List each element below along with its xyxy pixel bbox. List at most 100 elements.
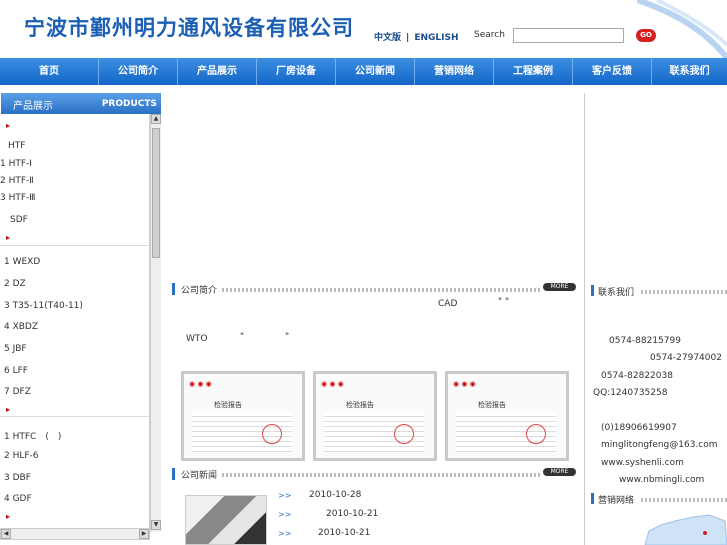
section-dotted-line (222, 473, 542, 477)
news-date[interactable]: 2010-10-21 (318, 528, 370, 538)
contact-mobile: (0)18906619907 (601, 423, 677, 433)
main-nav: 首页 公司简介 产品展示 厂房设备 公司新闻 营销网络 工程案例 客户反馈 联系… (0, 58, 727, 85)
product-sidebar: 产品展示 PRODUCTS ▸ HTF 1 HTF-I 2 HTF-Ⅱ 3 HT… (0, 93, 162, 545)
intro-more-button[interactable]: MORE (543, 283, 576, 291)
category-arrow-icon: ▸ (6, 233, 11, 242)
list-divider (0, 416, 149, 417)
product-item[interactable]: 2 HTF-Ⅱ (0, 176, 149, 186)
nav-products[interactable]: 产品展示 (178, 58, 257, 85)
product-item[interactable]: 1 HTFC ( ) (4, 429, 149, 442)
category-arrow-icon: ▸ (6, 405, 11, 414)
network-section-header: 营销网络 (591, 493, 727, 506)
header-swoosh-decoration (637, 0, 727, 58)
lang-separator: | (406, 33, 410, 43)
section-dotted-line (222, 288, 542, 292)
product-item[interactable]: 7 DFZ (4, 387, 149, 397)
sidebar-title: 产品展示 (13, 101, 53, 112)
product-item[interactable]: 1 HTF-I (0, 159, 149, 169)
product-item[interactable]: 2 DZ (4, 279, 149, 289)
main-content: 公司简介 MORE CAD " " WTO " " ◉ ◉ ◉ 检验报告 ◉ ◉… (172, 93, 580, 545)
scroll-thumb[interactable] (152, 128, 160, 258)
intro-text-quote: " (240, 332, 245, 342)
news-thumbnail[interactable] (185, 495, 267, 545)
sidebar-horizontal-scrollbar[interactable]: ◀ ▶ (0, 528, 150, 540)
certificate-image[interactable]: ◉ ◉ ◉ 检验报告 (445, 371, 569, 461)
nav-news[interactable]: 公司新闻 (336, 58, 415, 85)
news-date[interactable]: 2010-10-21 (326, 509, 378, 519)
section-marker (591, 493, 594, 504)
news-more-button[interactable]: MORE (543, 468, 576, 476)
contact-fax: 0574-82822038 (601, 371, 673, 381)
category-arrow-icon: ▸ (6, 512, 11, 521)
cert-logos: ◉ ◉ ◉ (321, 380, 344, 388)
section-dotted-line (641, 498, 727, 502)
section-marker (172, 283, 175, 295)
product-item[interactable]: 3 T35-11(T40-11) (4, 301, 149, 311)
nav-feedback[interactable]: 客户反馈 (573, 58, 652, 85)
nav-network[interactable]: 营销网络 (415, 58, 494, 85)
cert-title: 检验报告 (214, 401, 242, 409)
product-item[interactable]: HTF (8, 141, 149, 151)
product-item[interactable]: 4 XBDZ (4, 322, 149, 332)
news-section-header: 公司新闻 MORE (172, 467, 580, 481)
contact-phone: 0574-88215799 (609, 336, 681, 346)
cert-title: 检验报告 (346, 401, 374, 409)
category-arrow-icon: ▸ (6, 121, 11, 130)
section-dotted-line (641, 290, 727, 294)
scroll-down-icon[interactable]: ▼ (151, 520, 161, 530)
certificate-image[interactable]: ◉ ◉ ◉ 检验报告 (313, 371, 437, 461)
contact-phone: 0574-27974002 (650, 353, 722, 363)
contact-section-header: 联系我们 (591, 285, 727, 298)
product-item[interactable]: 6 LFF (4, 366, 149, 376)
product-item[interactable]: SDF (10, 215, 149, 225)
scroll-up-icon[interactable]: ▲ (151, 114, 161, 124)
intro-text-cad: CAD (438, 299, 458, 309)
company-logo[interactable]: 宁波市鄞州明力通风设备有限公司 (24, 12, 354, 42)
nav-about[interactable]: 公司简介 (99, 58, 178, 85)
contact-website[interactable]: www.syshenli.com (601, 458, 684, 468)
intro-text-quote: " " (498, 297, 510, 307)
sidebar-title-en: PRODUCTS (101, 99, 157, 109)
product-item[interactable]: 5 JBF (4, 344, 149, 354)
cert-stamp (394, 424, 414, 444)
lang-chinese-link[interactable]: 中文版 (374, 30, 401, 43)
product-item[interactable]: 3 HTF-Ⅲ (0, 193, 149, 203)
cert-stamp (526, 424, 546, 444)
product-list: ▸ HTF 1 HTF-I 2 HTF-Ⅱ 3 HTF-Ⅲ SDF ▸ 1 WE… (0, 114, 150, 532)
search-label: Search (474, 30, 505, 40)
nav-factory[interactable]: 厂房设备 (257, 58, 336, 85)
sidebar-vertical-scrollbar[interactable]: ▲ ▼ (150, 114, 161, 532)
news-bullet-icon: >> (278, 529, 292, 538)
cert-stamp (262, 424, 282, 444)
nav-cases[interactable]: 工程案例 (494, 58, 573, 85)
news-date[interactable]: 2010-10-28 (309, 490, 361, 500)
contact-email[interactable]: minglitongfeng@163.com (601, 440, 718, 450)
cert-logos: ◉ ◉ ◉ (189, 380, 212, 388)
intro-text-quote: " (285, 332, 290, 342)
sidebar-header: 产品展示 PRODUCTS (1, 93, 161, 114)
intro-text-wto: WTO (186, 334, 208, 344)
right-sidebar: 联系我们 0574-88215799 0574-27974002 0574-82… (584, 93, 727, 545)
scroll-left-icon[interactable]: ◀ (1, 529, 11, 539)
scroll-right-icon[interactable]: ▶ (139, 529, 149, 539)
china-map-image[interactable] (635, 513, 727, 545)
cert-logos: ◉ ◉ ◉ (453, 380, 476, 388)
product-item[interactable]: 4 GDF (4, 494, 149, 504)
list-divider (0, 245, 149, 246)
page: 宁波市鄞州明力通风设备有限公司 中文版 | ENGLISH Search GO 首页… (0, 0, 727, 545)
product-item[interactable]: 1 WEXD (4, 257, 149, 267)
news-bullet-icon: >> (278, 491, 292, 500)
search-input[interactable] (513, 28, 624, 43)
lang-english-link[interactable]: ENGLISH (414, 33, 458, 43)
certificate-image[interactable]: ◉ ◉ ◉ 检验报告 (181, 371, 305, 461)
cert-title: 检验报告 (478, 401, 506, 409)
section-marker (172, 468, 175, 480)
contact-website[interactable]: www.nbmingli.com (619, 475, 704, 485)
contact-qq: QQ:1240735258 (593, 388, 668, 398)
product-item[interactable]: 3 DBF (4, 473, 149, 483)
nav-contact[interactable]: 联系我们 (652, 58, 727, 85)
news-section-title: 公司新闻 (181, 471, 218, 481)
product-item[interactable]: 2 HLF-6 (4, 451, 149, 461)
intro-section-header: 公司简介 MORE (172, 282, 580, 296)
nav-home[interactable]: 首页 (0, 58, 99, 85)
